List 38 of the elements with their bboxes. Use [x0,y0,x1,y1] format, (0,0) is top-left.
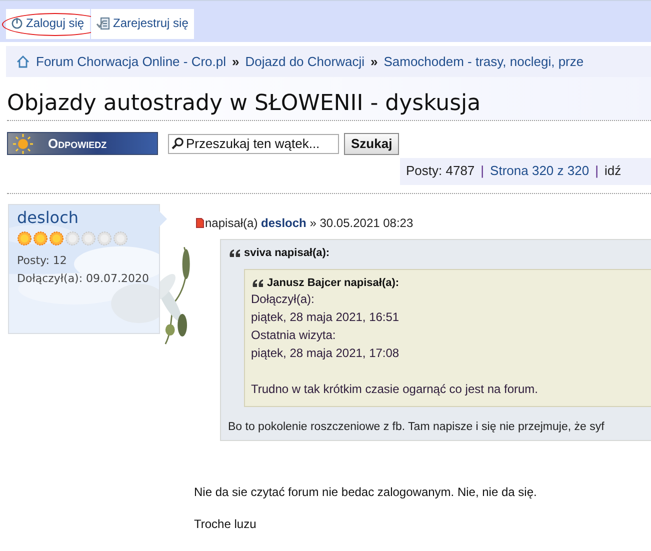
quote-text: Ostatnia wizyta: [251,327,337,344]
breadcrumb-separator: » [232,54,240,69]
quote-icon [229,248,241,258]
top-link[interactable]: Zarejestruj się [91,9,194,39]
post-icon [196,218,204,228]
author-link[interactable]: desloch [261,216,306,230]
search-icon [171,137,184,150]
breadcrumb-separator: » [370,54,378,69]
post-text: Troche luzu [194,517,258,531]
home-icon [16,55,30,68]
quote-text: piątek, 28 maja 2021, 17:08 [251,345,400,362]
search-field[interactable]: Przeszukaj ten wątek... [168,134,339,154]
quote-author: sviva napisał(a): [244,247,330,259]
quote-icon [252,278,264,288]
quote-text: Bo to pokolenie roszczeniowe z fb. Tam napisze i się nie przejmuje, że syf [228,421,606,433]
quote-text: Dołączył(a): [251,291,316,308]
username-link[interactable]: desloch [17,208,152,227]
card-pointer-icon [159,211,168,227]
post-header: napisał(a) desloch » 30.05.2021 08:23 [205,216,414,230]
search-button[interactable]: Szukaj [344,132,400,154]
page-link[interactable]: Strona 320 z 320 [490,163,590,178]
post-count: Posty: 12 [17,253,68,269]
breadcrumb-link[interactable]: Samochodem - trasy, noclegi, prze [384,54,584,69]
jump-link[interactable]: idź [604,163,622,178]
reply-button[interactable]: Odpowiedz [7,132,158,155]
breadcrumb-link[interactable]: Forum Chorwacja Online - Cro.pl [36,54,226,69]
post-text: Nie da sie czytać forum nie bedac zalogowanym. Nie, nie da się. [194,485,538,499]
post-count: Posty: 4787 [406,163,475,178]
pagination-separator: | [480,163,484,178]
join-date: Dołączył(a): 09.07.2020 [17,271,150,287]
breadcrumb-link[interactable]: Dojazd do Chorwacji [245,54,364,69]
quote-author: Janusz Bajcer napisał(a): [267,277,400,289]
sun-icon [10,132,36,154]
checklist-icon [96,16,110,30]
quote-text: Trudno w tak krótkim czasie ogarnąć co jest na forum. [251,381,540,398]
pagination-separator: | [595,163,598,178]
power-icon [11,17,23,29]
quote-text: piątek, 28 maja 2021, 16:51 [251,309,400,326]
